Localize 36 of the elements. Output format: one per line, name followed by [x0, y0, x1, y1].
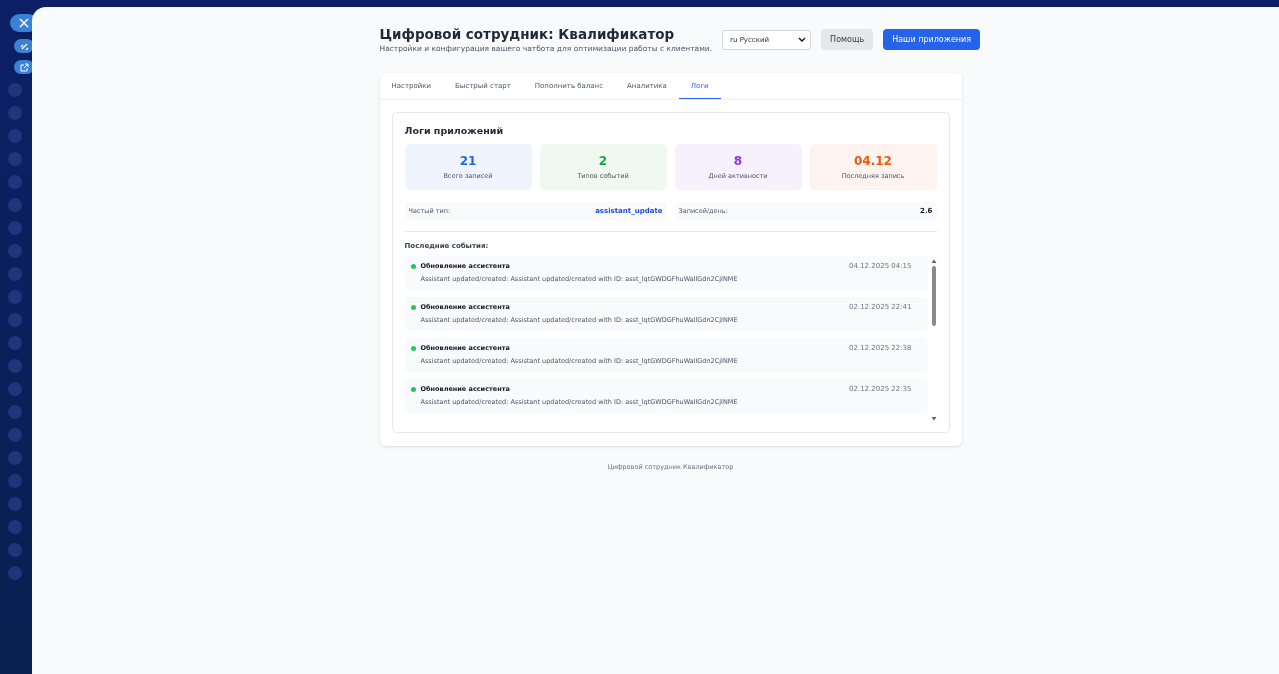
avatar-icon: [8, 313, 22, 327]
section-title: Логи приложений: [404, 125, 505, 136]
avatar-icon: [8, 290, 22, 304]
avatar-icon: [8, 451, 22, 465]
avatar-icon: [8, 543, 22, 557]
link-button[interactable]: [14, 39, 34, 53]
avatar-icon: [8, 106, 22, 120]
link-icon: [19, 41, 29, 51]
avatar-icon: [8, 520, 22, 534]
avatar-icon: [8, 336, 22, 350]
avatar-icon: [8, 382, 22, 396]
avatar-icon: [8, 83, 22, 97]
avatar-icon: [8, 428, 22, 442]
stat-value: 04.12: [854, 154, 892, 168]
help-button[interactable]: Помощь: [821, 29, 874, 50]
avatar-icon: [8, 244, 22, 258]
close-icon: [19, 18, 29, 28]
stat-value: 21: [459, 154, 477, 168]
page-title: Цифровой сотрудник: Квалификатор: [379, 26, 676, 42]
avatar-icon: [8, 198, 22, 212]
avatar-icon: [8, 129, 22, 143]
avatar-icon: [8, 405, 22, 419]
avatar-icon: [8, 221, 22, 235]
avatar-icon: [8, 152, 22, 166]
avatar-icon: [8, 566, 22, 580]
avatar-icon: [8, 267, 22, 281]
external-link-button[interactable]: [14, 60, 34, 74]
external-link-icon: [19, 62, 29, 72]
stat-value: 8: [733, 154, 743, 168]
avatar-icon: [8, 474, 22, 488]
apps-button[interactable]: Наши приложения: [883, 29, 981, 50]
chevron-down-icon: [798, 37, 807, 42]
avatar-icon: [8, 359, 22, 373]
stat-value: 2: [598, 154, 608, 168]
avatar-icon: [8, 497, 22, 511]
avatar-icon: [8, 175, 22, 189]
